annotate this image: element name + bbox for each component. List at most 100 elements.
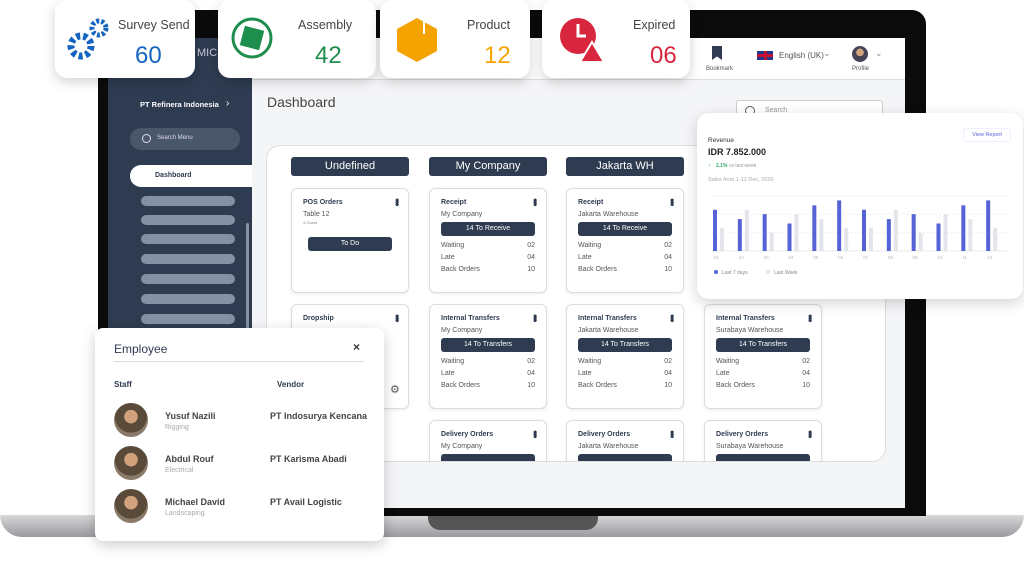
card-subtitle: Table 12 xyxy=(303,211,330,218)
stat-value: 42 xyxy=(315,42,342,69)
stat-card-product[interactable]: Product 12 xyxy=(380,0,530,78)
stat-label: Back Orders xyxy=(441,266,480,273)
order-card[interactable]: Delivery Orders ••• My Company xyxy=(429,420,547,461)
stat-value: 04 xyxy=(527,370,535,377)
card-stat-row: Late 04 xyxy=(716,370,810,377)
order-card[interactable]: Receipt ••• My Company 14 To Receive Waiting… xyxy=(429,188,547,293)
order-card[interactable]: Delivery Orders ••• Surabaya Warehouse xyxy=(704,420,822,461)
card-action-button[interactable]: To Do xyxy=(308,237,392,251)
order-card[interactable]: Internal Transfers ••• Surabaya Warehouse 1… xyxy=(704,304,822,409)
bar-last-7-days xyxy=(787,223,792,251)
employee-popup: Employee × Staff Vendor Yusuf Nazili Rigg… xyxy=(95,328,384,541)
card-action-button[interactable]: 14 To Receive xyxy=(578,222,672,236)
staff-entry[interactable]: Yusuf Nazili Rigging xyxy=(165,411,216,431)
card-action-button[interactable]: 14 To Transfers xyxy=(578,338,672,352)
card-action-button[interactable]: 14 To Receive xyxy=(441,222,535,236)
box-icon xyxy=(394,16,438,62)
bar-last-7-days xyxy=(986,200,991,251)
more-options-icon[interactable]: ••• xyxy=(803,314,817,321)
more-options-icon[interactable]: ••• xyxy=(390,314,404,321)
sidebar-item[interactable] xyxy=(141,254,235,264)
card-title: Receipt xyxy=(578,199,604,206)
card-stat-row: Waiting 02 xyxy=(578,242,672,249)
company-selector[interactable]: PT Refinera Indonesia xyxy=(140,100,219,109)
staff-role: Landscaping xyxy=(165,510,205,517)
card-subtitle: Surabaya Warehouse xyxy=(716,443,784,450)
laptop-notch xyxy=(428,515,598,530)
settings-icon[interactable]: ⚙ xyxy=(390,383,400,396)
stat-label: Late xyxy=(441,254,455,261)
stat-label: Late xyxy=(578,370,592,377)
sidebar-item-dashboard[interactable]: Dashboard xyxy=(130,165,252,187)
more-options-icon[interactable]: ••• xyxy=(665,314,679,321)
card-subtitle: Surabaya Warehouse xyxy=(716,327,784,334)
x-tick-label: 05 xyxy=(813,255,819,260)
stat-value: 02 xyxy=(527,358,535,365)
sidebar-item[interactable] xyxy=(141,294,235,304)
card-action-button[interactable] xyxy=(441,454,535,461)
card-stat-row: Back Orders 10 xyxy=(578,382,672,389)
more-options-icon[interactable]: ••• xyxy=(528,198,542,205)
chevron-right-icon[interactable]: › xyxy=(226,98,229,109)
stat-value: 04 xyxy=(527,254,535,261)
x-tick-label: 07 xyxy=(863,255,869,260)
card-stat-row: Late 04 xyxy=(578,254,672,261)
card-action-button[interactable] xyxy=(578,454,672,461)
sidebar-item[interactable] xyxy=(141,215,235,225)
more-options-icon[interactable]: ••• xyxy=(390,198,404,205)
stat-card-assembly[interactable]: Assembly 42 xyxy=(218,0,376,78)
sidebar-item[interactable] xyxy=(141,314,235,324)
bar-last-7-days xyxy=(886,219,891,251)
card-title: Dropship xyxy=(303,315,334,322)
chevron-down-icon[interactable]: ⌄ xyxy=(875,48,883,59)
legend-marker xyxy=(766,270,770,274)
stat-value: 10 xyxy=(664,266,672,273)
more-options-icon[interactable]: ••• xyxy=(665,430,679,437)
bookmark-icon[interactable] xyxy=(712,46,722,60)
card-title: POS Orders xyxy=(303,199,343,206)
stat-card-survey-send[interactable]: Survey Send 60 xyxy=(55,0,195,78)
profile-avatar[interactable] xyxy=(852,46,868,62)
stat-card-expired[interactable]: Expired 06 xyxy=(542,0,690,78)
more-options-icon[interactable]: ••• xyxy=(528,430,542,437)
sidebar-item[interactable] xyxy=(141,274,235,284)
bar-last-week xyxy=(918,232,923,251)
stat-label: Back Orders xyxy=(578,382,617,389)
language-select[interactable]: English (UK) xyxy=(779,51,824,60)
close-icon[interactable]: × xyxy=(353,340,360,354)
card-title: Delivery Orders xyxy=(578,431,631,438)
order-card[interactable]: Internal Transfers ••• Jakarta Warehouse 14… xyxy=(566,304,684,409)
card-action-button[interactable]: 14 To Transfers xyxy=(716,338,810,352)
vendor-name[interactable]: PT Avail Logistic xyxy=(270,497,342,507)
more-options-icon[interactable]: ••• xyxy=(528,314,542,321)
card-subtitle: Jakarta Warehouse xyxy=(578,327,639,334)
column-header: Undefined xyxy=(291,157,409,176)
staff-entry[interactable]: Michael David Landscaping xyxy=(165,497,225,517)
chevron-down-icon[interactable]: ⌄ xyxy=(823,48,831,59)
card-stat-row: Back Orders 10 xyxy=(578,266,672,273)
clock-alert-icon xyxy=(558,16,606,63)
vendor-name[interactable]: PT Karisma Abadi xyxy=(270,454,347,464)
revenue-card: Revenue IDR 7.852.000 ↑ 2.1% vs last wee… xyxy=(697,113,1023,299)
order-card[interactable]: Receipt ••• Jakarta Warehouse 14 To Receive… xyxy=(566,188,684,293)
sidebar-item-label: Dashboard xyxy=(155,172,192,179)
card-action-button[interactable] xyxy=(716,454,810,461)
card-title: Delivery Orders xyxy=(441,431,494,438)
bar-last-7-days xyxy=(737,219,742,251)
search-menu-input[interactable]: Search Menu xyxy=(130,128,240,150)
staff-role: Rigging xyxy=(165,424,189,431)
card-action-button[interactable]: 14 To Transfers xyxy=(441,338,535,352)
order-card[interactable]: Delivery Orders ••• Jakarta Warehouse xyxy=(566,420,684,461)
staff-name: Yusuf Nazili xyxy=(165,411,216,421)
x-tick-label: 08 xyxy=(888,255,894,260)
sidebar-item[interactable] xyxy=(141,196,235,206)
more-options-icon[interactable]: ••• xyxy=(803,430,817,437)
more-options-icon[interactable]: ••• xyxy=(665,198,679,205)
order-card[interactable]: POS Orders ••• Table 12 4 Guest To Do xyxy=(291,188,409,293)
vendor-name[interactable]: PT Indosurya Kencana xyxy=(270,411,367,421)
order-card[interactable]: Internal Transfers ••• My Company 14 To Tra… xyxy=(429,304,547,409)
card-title: Delivery Orders xyxy=(716,431,769,438)
sidebar-item[interactable] xyxy=(141,234,235,244)
staff-entry[interactable]: Abdul Rouf Electrical xyxy=(165,454,214,474)
bar-last-week xyxy=(943,214,948,251)
